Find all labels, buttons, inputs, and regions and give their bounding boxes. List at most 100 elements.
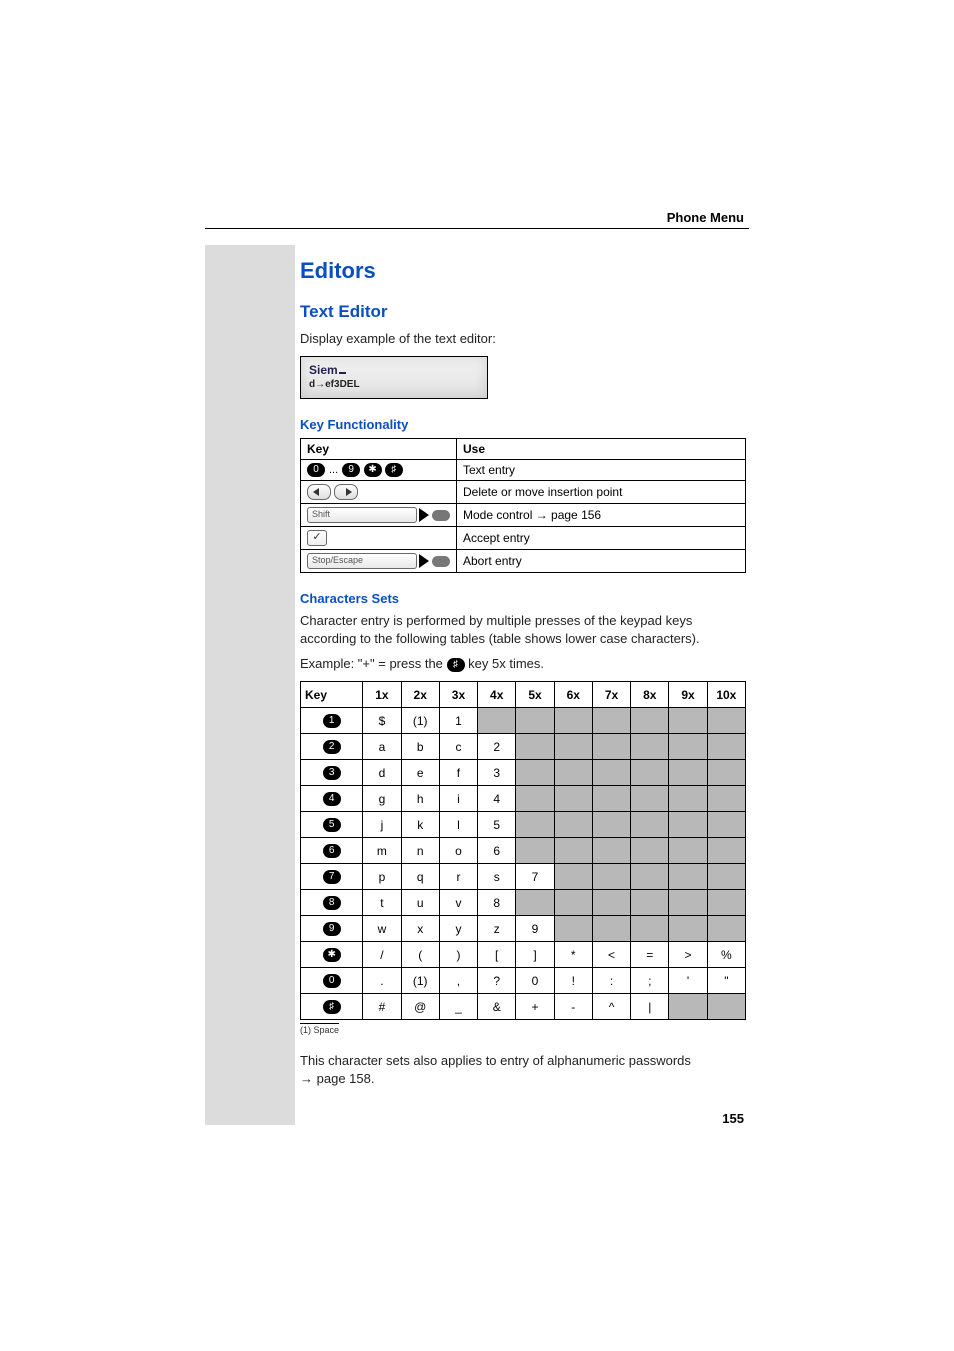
char-cell	[707, 708, 745, 734]
char-cell: /	[363, 942, 401, 968]
char-cell: [	[478, 942, 516, 968]
func-th-use: Use	[457, 438, 746, 459]
character-set-table: Key1x2x3x4x5x6x7x8x9x10x 1$(1)12abc23def…	[300, 681, 746, 1020]
char-key-cell: 8	[301, 890, 363, 916]
char-cell: =	[631, 942, 669, 968]
char-cell: w	[363, 916, 401, 942]
char-cell	[516, 890, 554, 916]
char-th: 4x	[478, 682, 516, 708]
hash-key-icon: ♯	[447, 658, 465, 672]
char-cell	[669, 890, 707, 916]
char-cell	[631, 812, 669, 838]
char-th: 2x	[401, 682, 439, 708]
char-cell	[707, 734, 745, 760]
char-key-cell: ♯	[301, 994, 363, 1020]
char-th: 6x	[554, 682, 592, 708]
func-use-cell: Delete or move insertion point	[457, 481, 746, 504]
char-th: 8x	[631, 682, 669, 708]
header-section: Phone Menu	[667, 210, 744, 225]
char-cell: _	[439, 994, 477, 1020]
char-cell	[669, 734, 707, 760]
char-key-cell: 7	[301, 864, 363, 890]
key-tab-icon	[419, 554, 429, 568]
char-cell	[707, 760, 745, 786]
char-key-cell: ✱	[301, 942, 363, 968]
keypad-9-icon: 9	[342, 463, 360, 477]
heading-character-sets: Characters Sets	[300, 591, 746, 606]
char-cell: s	[478, 864, 516, 890]
char-cell	[631, 760, 669, 786]
char-cell: f	[439, 760, 477, 786]
shift-key: Shift	[307, 507, 417, 523]
heading-text-editor: Text Editor	[300, 302, 746, 322]
link-page-158: page 158	[317, 1071, 371, 1086]
char-cell	[478, 708, 516, 734]
lcd-line2-arrow: →	[315, 379, 325, 390]
char-cell: ]	[516, 942, 554, 968]
char-cell	[516, 838, 554, 864]
lcd-line2: d→ef3DEL	[309, 379, 479, 390]
char-cell	[554, 890, 592, 916]
char-cell	[707, 812, 745, 838]
char-key-cell: 3	[301, 760, 363, 786]
func-key-cell: 0...9 ✱ ♯	[301, 459, 457, 481]
char-cell	[707, 786, 745, 812]
char-cell: :	[592, 968, 630, 994]
char-cell: "	[707, 968, 745, 994]
char-cell: -	[554, 994, 592, 1020]
char-th: 3x	[439, 682, 477, 708]
func-key-cell: Stop/Escape	[301, 550, 457, 573]
char-cell: &	[478, 994, 516, 1020]
char-key-cell: 2	[301, 734, 363, 760]
func-use-cell: Abort entry	[457, 550, 746, 573]
func-key-cell: Shift	[301, 504, 457, 527]
char-cell	[631, 890, 669, 916]
keypad-hash-icon: ♯	[323, 1000, 341, 1014]
char-cell	[669, 812, 707, 838]
char-cell: !	[554, 968, 592, 994]
char-cell: @	[401, 994, 439, 1020]
char-cell	[707, 890, 745, 916]
char-cell: y	[439, 916, 477, 942]
char-cell: k	[401, 812, 439, 838]
keypad-star-icon: ✱	[323, 948, 341, 962]
char-cell: *	[554, 942, 592, 968]
char-cell: 9	[516, 916, 554, 942]
char-th: 9x	[669, 682, 707, 708]
text-example-suffix: key 5x times.	[465, 656, 544, 671]
ellipsis: ...	[329, 464, 338, 476]
char-th: 5x	[516, 682, 554, 708]
char-cell	[592, 838, 630, 864]
keypad-star-icon: ✱	[364, 463, 382, 477]
soft-button-icon	[432, 510, 450, 521]
char-cell	[669, 760, 707, 786]
lcd-display: Siem d→ef3DEL	[300, 356, 488, 399]
char-cell	[669, 994, 707, 1020]
func-key-cell: ✓	[301, 527, 457, 550]
nav-right-key-icon	[334, 484, 358, 500]
char-cell: )	[439, 942, 477, 968]
heading-key-functionality: Key Functionality	[300, 417, 746, 432]
char-cell	[516, 708, 554, 734]
char-cell: d	[363, 760, 401, 786]
footnote-space: (1) Space	[300, 1023, 339, 1035]
char-cell	[554, 708, 592, 734]
char-cell: z	[478, 916, 516, 942]
nav-left-key-icon	[307, 484, 331, 500]
char-cell: |	[631, 994, 669, 1020]
char-cell: t	[363, 890, 401, 916]
char-cell: n	[401, 838, 439, 864]
char-cell	[592, 916, 630, 942]
char-cell: 4	[478, 786, 516, 812]
char-cell	[707, 916, 745, 942]
char-th: 7x	[592, 682, 630, 708]
char-cell	[631, 916, 669, 942]
char-cell	[554, 734, 592, 760]
keypad-7-icon: 7	[323, 870, 341, 884]
char-cell: '	[669, 968, 707, 994]
char-cell: <	[592, 942, 630, 968]
char-cell: %	[707, 942, 745, 968]
char-cell	[707, 864, 745, 890]
char-cell: l	[439, 812, 477, 838]
func-use-cell: Accept entry	[457, 527, 746, 550]
